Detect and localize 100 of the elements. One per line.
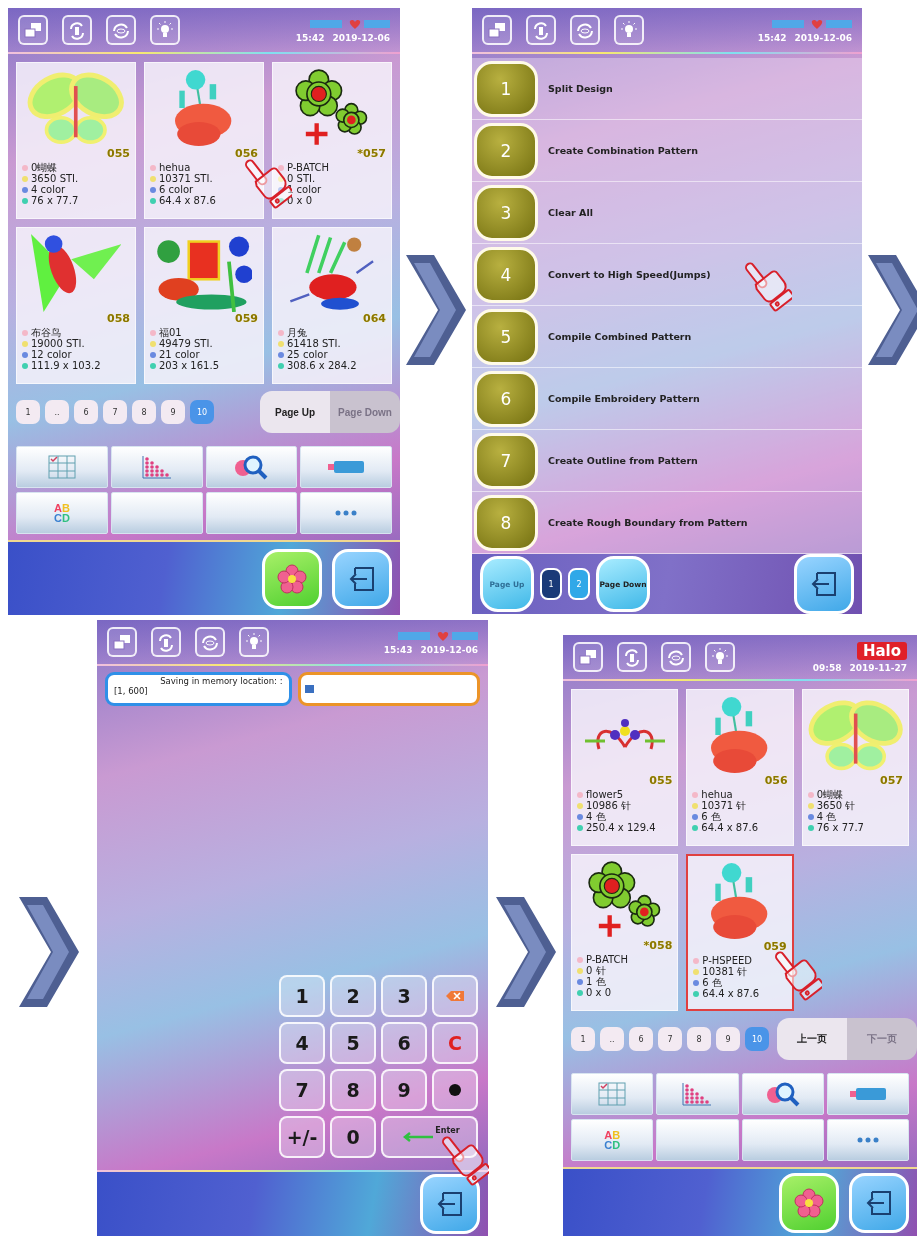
stitch-chart-icon: [139, 454, 174, 480]
tool-button[interactable]: [300, 446, 392, 488]
tool-button[interactable]: [110, 446, 203, 488]
bullet-icon: [693, 979, 700, 986]
menu-item[interactable]: 3 Clear All: [472, 182, 862, 244]
page-up-button[interactable]: Page Up: [260, 391, 330, 433]
bulb-button[interactable]: [150, 15, 180, 45]
menu-item[interactable]: 6 Compile Embroidery Pattern: [472, 368, 862, 430]
menu-item[interactable]: 7 Create Outline from Pattern: [472, 430, 862, 492]
design-card[interactable]: 058 布谷鸟 19000 STI. 12 color 111.9 x 103.2: [16, 227, 136, 384]
bulb-button[interactable]: [239, 627, 269, 657]
tool-button[interactable]: [205, 446, 298, 488]
design-card[interactable]: 059 福01 49479 STI. 21 color 203 x 161.5: [144, 227, 264, 384]
menu-item-label: Clear All: [548, 207, 593, 218]
design-name: 0蝴蝶: [816, 789, 844, 800]
location-input[interactable]: [297, 672, 480, 706]
design-card[interactable]: 064 月兔 61418 STI. 25 color 308.6 x 284.2: [272, 227, 392, 384]
page-number[interactable]: 9: [716, 1027, 740, 1051]
exit-button[interactable]: [849, 1172, 909, 1233]
keypad-key[interactable]: 3: [381, 975, 427, 1017]
exit-button[interactable]: [794, 554, 854, 614]
clock-time: 09:58: [812, 662, 842, 673]
rotate-button[interactable]: [62, 15, 92, 45]
dot-icon: [448, 1083, 462, 1097]
embroidery-button[interactable]: [779, 1172, 839, 1233]
keypad-key[interactable]: 9: [381, 1069, 427, 1111]
rotate-button[interactable]: [526, 15, 556, 45]
refresh-button[interactable]: [570, 15, 600, 45]
design-card[interactable]: 055 0蝴蝶 3650 STI. 4 color 76 x 77.7: [16, 62, 136, 219]
rotate-button[interactable]: [617, 642, 647, 672]
design-card[interactable]: 055 flower5 10986 针 4 色 250.4 x 129.4: [571, 689, 679, 846]
refresh-button[interactable]: [195, 627, 225, 657]
exit-icon: [435, 1189, 465, 1219]
menu-item[interactable]: 4 Convert to High Speed(Jumps): [472, 244, 862, 306]
monitors-icon: [486, 20, 508, 40]
design-card[interactable]: 057 0蝴蝶 3650 针 4 色 76 x 77.7: [801, 689, 909, 846]
flower-icon: [277, 563, 307, 594]
page-number[interactable]: 1: [16, 400, 40, 424]
bulb-button[interactable]: [614, 15, 644, 45]
keypad-key[interactable]: 8: [330, 1069, 376, 1111]
keypad-key[interactable]: 7: [279, 1069, 325, 1111]
page-up-button[interactable]: 上一页: [777, 1018, 847, 1060]
monitors-button[interactable]: [18, 15, 48, 45]
page-number[interactable]: ..: [45, 400, 69, 424]
bulb-button[interactable]: [705, 642, 735, 672]
page-number[interactable]: 6: [74, 400, 98, 424]
page-number[interactable]: 8: [687, 1027, 711, 1051]
keypad-key[interactable]: 6: [381, 1022, 427, 1064]
bullet-icon: [150, 186, 156, 193]
refresh-button[interactable]: [106, 15, 136, 45]
menu-item[interactable]: 1 Split Design: [472, 58, 862, 120]
tool-button[interactable]: [826, 1119, 909, 1161]
monitors-button[interactable]: [573, 642, 603, 672]
design-name: P-BATCH: [586, 954, 628, 965]
keypad-key[interactable]: 0: [330, 1116, 376, 1158]
page-number[interactable]: 8: [132, 400, 156, 424]
bullet-icon: [278, 197, 284, 204]
embroidery-button[interactable]: [262, 548, 322, 609]
design-card[interactable]: 056 hehua 10371 针 6 色 64.4 x 87.6: [686, 689, 794, 846]
page-number[interactable]: 6: [629, 1027, 653, 1051]
keypad-key[interactable]: 1: [279, 975, 325, 1017]
design-number: 064: [363, 312, 386, 325]
refresh-button[interactable]: [661, 642, 691, 672]
tool-button[interactable]: [205, 492, 298, 534]
bullet-icon: [577, 802, 583, 809]
page-number[interactable]: 7: [658, 1027, 682, 1051]
design-card[interactable]: 059 P-HSPEED 10381 针 6 色 64.4 x 87.6: [686, 854, 794, 1011]
tool-button[interactable]: [656, 1073, 739, 1115]
bullet-icon: [692, 802, 699, 809]
page-number[interactable]: ..: [600, 1027, 624, 1051]
design-name: hehua: [159, 162, 191, 173]
clock-time: 15:42: [757, 32, 787, 43]
page-number[interactable]: 9: [161, 400, 185, 424]
menu-item[interactable]: 8 Create Rough Boundary from Pattern: [472, 492, 862, 554]
design-card[interactable]: *058 P-BATCH 0 针 1 色 0 x 0: [571, 854, 679, 1011]
tool-button[interactable]: [741, 1073, 824, 1115]
keypad-key[interactable]: 2: [330, 975, 376, 1017]
tool-button[interactable]: [826, 1073, 909, 1115]
color-count: 4 色: [816, 811, 837, 822]
menu-item[interactable]: 2 Create Combination Pattern: [472, 120, 862, 182]
rotate-button[interactable]: [151, 627, 181, 657]
backspace-icon: [445, 990, 465, 1002]
design-size: 64.4 x 87.6: [702, 988, 760, 999]
design-card[interactable]: 056 hehua 10371 STI. 6 color 64.4 x 87.6: [144, 62, 264, 219]
page-number[interactable]: 7: [103, 400, 127, 424]
chevron-arrow-icon: [406, 255, 466, 365]
bullet-icon: [150, 175, 156, 182]
chevron-arrow-icon: [868, 255, 917, 365]
menu-item-label: Convert to High Speed(Jumps): [548, 269, 711, 280]
monitors-button[interactable]: [107, 627, 137, 657]
exit-button[interactable]: [420, 1174, 480, 1234]
keypad-key[interactable]: 4: [279, 1022, 325, 1064]
exit-button[interactable]: [332, 548, 392, 609]
keypad-key[interactable]: [432, 1069, 478, 1111]
page-number[interactable]: 1: [540, 568, 562, 600]
keypad-key[interactable]: +/-: [279, 1116, 325, 1158]
page-number[interactable]: 1: [571, 1027, 595, 1051]
menu-item[interactable]: 5 Compile Combined Pattern: [472, 306, 862, 368]
monitors-button[interactable]: [482, 15, 512, 45]
keypad-key[interactable]: 5: [330, 1022, 376, 1064]
